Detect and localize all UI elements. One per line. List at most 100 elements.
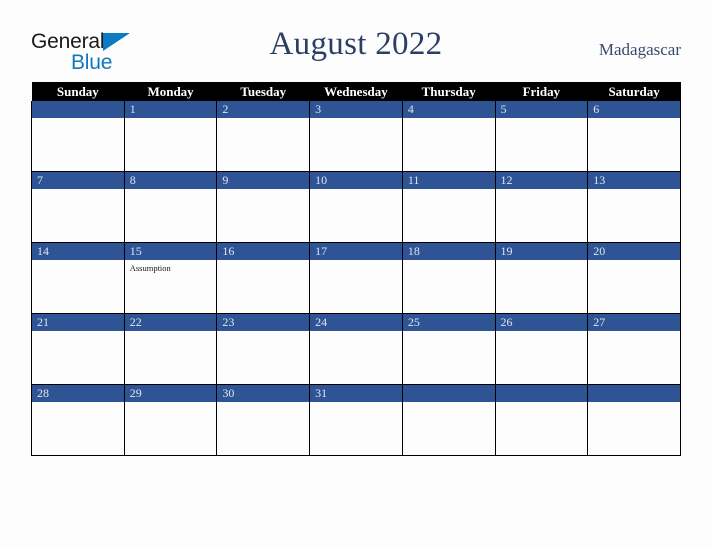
calendar-day-cell[interactable]: 25: [401, 313, 496, 385]
calendar-day-cell[interactable]: 28: [31, 384, 125, 456]
day-cell-content: 25: [402, 314, 495, 384]
day-number: 19: [495, 243, 588, 260]
calendar-day-cell[interactable]: 19: [494, 242, 589, 314]
day-events: [310, 260, 402, 263]
calendar-day-cell[interactable]: 6: [587, 101, 681, 172]
day-cell-content: 3: [310, 101, 402, 171]
holiday-event: Assumption: [129, 263, 171, 273]
calendar-day-cell[interactable]: 2: [216, 101, 311, 172]
day-events: [125, 118, 217, 121]
day-number: 18: [402, 243, 495, 260]
day-number: [402, 385, 495, 402]
calendar-day-cell[interactable]: 9: [216, 171, 311, 243]
day-number: 2: [217, 101, 310, 118]
calendar-day-cell[interactable]: 17: [309, 242, 403, 314]
calendar-day-cell[interactable]: 12: [494, 171, 589, 243]
day-cell-content: 2: [217, 101, 310, 171]
day-events: Assumption: [125, 260, 217, 274]
day-cell-content: 4: [402, 101, 495, 171]
calendar-day-cell[interactable]: 11: [401, 171, 496, 243]
day-events: [403, 260, 495, 263]
day-number: 29: [124, 385, 217, 402]
page-header: General Blue August 2022 Madagascar: [31, 26, 681, 74]
day-number: 7: [32, 172, 124, 189]
calendar-day-cell[interactable]: 14: [31, 242, 125, 314]
calendar-day-cell[interactable]: 20: [587, 242, 681, 314]
calendar-day-cell[interactable]: [587, 384, 681, 456]
day-number: 12: [495, 172, 588, 189]
day-number: 6: [588, 101, 680, 118]
day-number: 8: [124, 172, 217, 189]
day-events: [217, 402, 309, 405]
day-cell-content: 14: [32, 243, 124, 313]
day-cell-content: 6: [588, 101, 680, 171]
day-number: 17: [310, 243, 402, 260]
day-number: 13: [588, 172, 680, 189]
calendar-day-cell[interactable]: 5: [494, 101, 589, 172]
day-events: [403, 118, 495, 121]
day-number: 23: [217, 314, 310, 331]
day-cell-content: [588, 385, 680, 455]
calendar-day-cell[interactable]: 26: [494, 313, 589, 385]
day-number: 1: [124, 101, 217, 118]
calendar-day-cell[interactable]: 1: [123, 101, 218, 172]
day-events: [588, 260, 680, 263]
day-cell-content: [495, 385, 588, 455]
day-events: [32, 260, 124, 263]
day-cell-content: 16: [217, 243, 310, 313]
calendar-day-cell[interactable]: 3: [309, 101, 403, 172]
day-events: [588, 118, 680, 121]
calendar-day-cell[interactable]: 31: [309, 384, 403, 456]
calendar-day-cell[interactable]: [494, 384, 589, 456]
calendar-day-cell[interactable]: 23: [216, 313, 311, 385]
calendar-day-cell[interactable]: 10: [309, 171, 403, 243]
calendar-day-cell[interactable]: 16: [216, 242, 311, 314]
calendar-day-cell[interactable]: 27: [587, 313, 681, 385]
country-label: Madagascar: [598, 40, 681, 59]
calendar-day-cell[interactable]: 15 Assumption: [123, 242, 218, 314]
day-cell-content: [32, 101, 124, 171]
day-cell-content: 8: [124, 172, 217, 242]
day-cell-content: 15 Assumption: [124, 243, 217, 313]
day-number: 22: [124, 314, 217, 331]
day-number: [588, 385, 680, 402]
calendar-week-row: 28 29 30 31: [31, 384, 681, 456]
calendar-day-cell[interactable]: 22: [123, 313, 218, 385]
day-number: 27: [588, 314, 680, 331]
day-number: 26: [495, 314, 588, 331]
day-number: 24: [310, 314, 402, 331]
calendar-day-cell[interactable]: 13: [587, 171, 681, 243]
calendar-day-cell[interactable]: 24: [309, 313, 403, 385]
calendar-day-cell[interactable]: 7: [31, 171, 125, 243]
day-number: 9: [217, 172, 310, 189]
day-cell-content: 18: [402, 243, 495, 313]
calendar-day-cell[interactable]: 30: [216, 384, 311, 456]
day-events: [32, 331, 124, 334]
calendar-day-cell[interactable]: 4: [401, 101, 496, 172]
calendar-day-cell[interactable]: 29: [123, 384, 218, 456]
calendar-week-row: 7 8 9 10 11 12 13: [31, 171, 681, 243]
calendar-day-cell[interactable]: 21: [31, 313, 125, 385]
day-number: [495, 385, 588, 402]
calendar-day-cell[interactable]: 8: [123, 171, 218, 243]
weekday-header-saturday: Saturday: [587, 82, 681, 101]
calendar-day-cell[interactable]: 18: [401, 242, 496, 314]
day-cell-content: 30: [217, 385, 310, 455]
calendar-day-cell[interactable]: [401, 384, 496, 456]
day-events: [125, 189, 217, 192]
weekday-header-thursday: Thursday: [402, 82, 496, 101]
day-events: [403, 189, 495, 192]
day-cell-content: 23: [217, 314, 310, 384]
day-cell-content: 12: [495, 172, 588, 242]
day-events: [32, 402, 124, 405]
calendar-day-cell[interactable]: [31, 101, 125, 172]
calendar-week-row: 14 15 Assumption 16 17 18 19 20: [31, 242, 681, 314]
day-number: 11: [402, 172, 495, 189]
day-events: [310, 189, 402, 192]
weekday-header-tuesday: Tuesday: [216, 82, 310, 101]
day-cell-content: 19: [495, 243, 588, 313]
day-cell-content: 22: [124, 314, 217, 384]
day-cell-content: 28: [32, 385, 124, 455]
day-number: 14: [32, 243, 124, 260]
day-number: 5: [495, 101, 588, 118]
